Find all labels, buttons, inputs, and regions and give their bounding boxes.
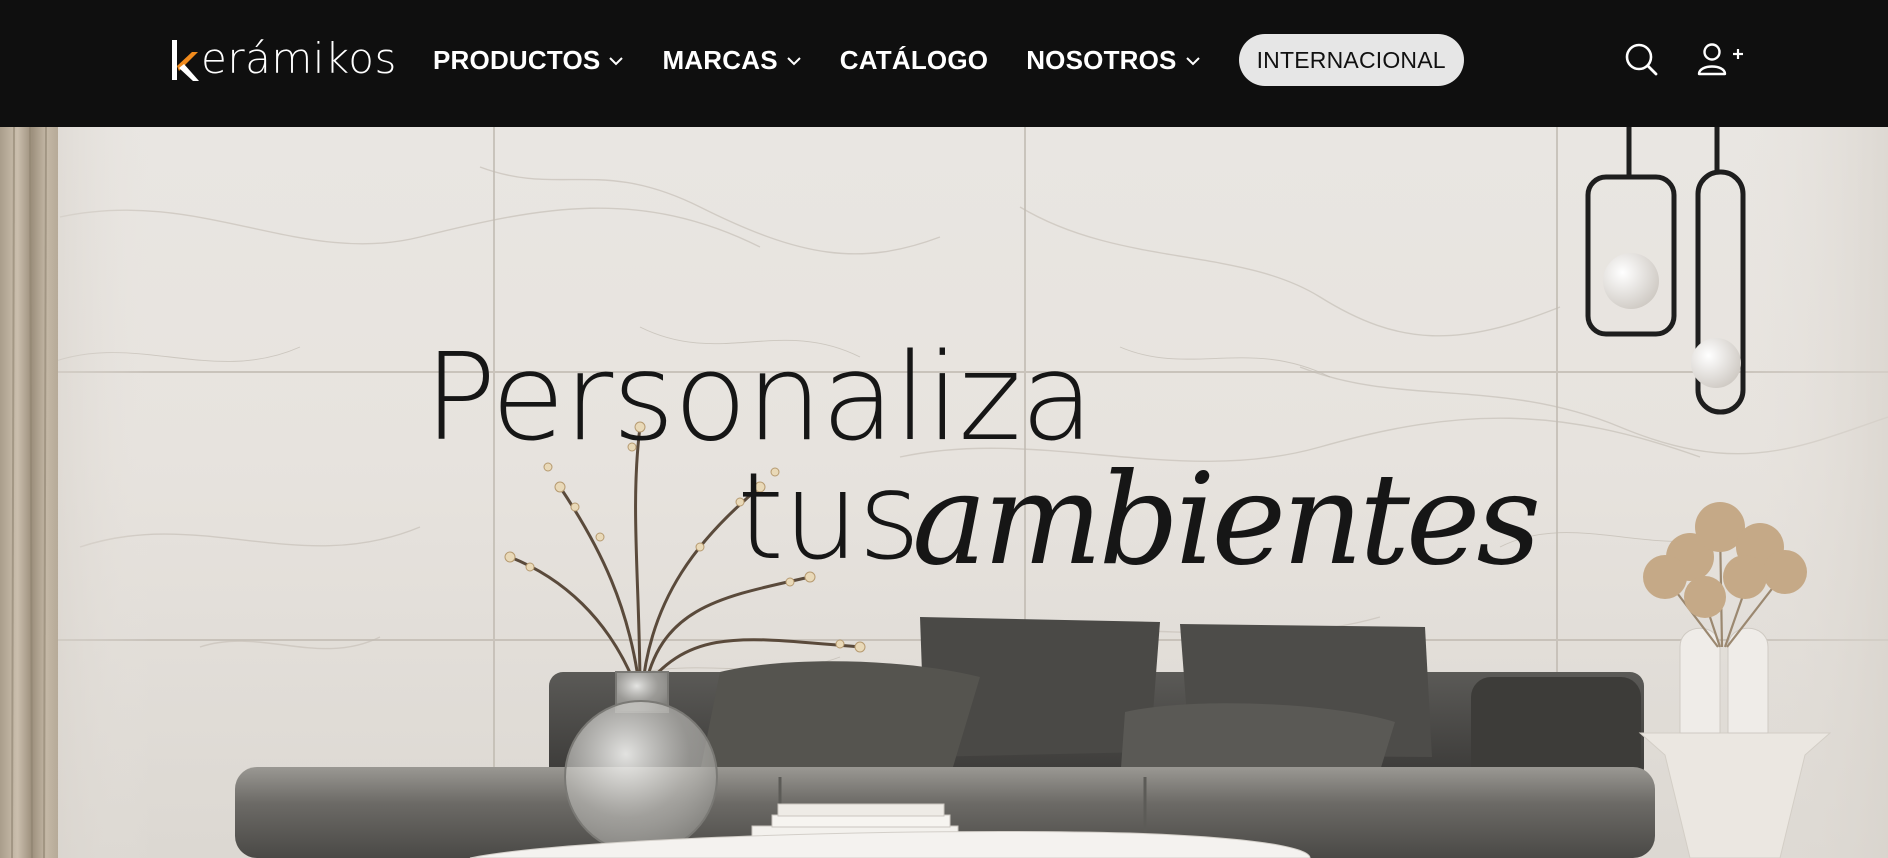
hero-headline-line2: tus bbox=[737, 448, 921, 587]
nav-productos-label: PRODUCTOS bbox=[433, 44, 601, 75]
user-plus-icon bbox=[1697, 43, 1743, 76]
hero-banner[interactable]: Personaliza tus ambientes bbox=[0, 127, 1888, 858]
search-button[interactable] bbox=[1622, 40, 1662, 80]
hero-headline-emphasis: ambientes bbox=[912, 446, 1541, 593]
nav-nosotros[interactable]: NOSOTROS bbox=[1026, 45, 1200, 76]
search-icon bbox=[1625, 43, 1658, 76]
internacional-button[interactable]: INTERNACIONAL bbox=[1238, 34, 1464, 86]
nav-marcas[interactable]: MARCAS bbox=[662, 45, 801, 76]
account-button[interactable] bbox=[1696, 40, 1744, 80]
nav-nosotros-label: NOSOTROS bbox=[1026, 44, 1177, 75]
site-header: erámikos PRODUCTOS MARCAS CATÁLOGO NOSOT… bbox=[0, 0, 1888, 127]
nav-marcas-label: MARCAS bbox=[662, 44, 778, 75]
nav-productos[interactable]: PRODUCTOS bbox=[433, 45, 624, 76]
chevron-down-icon bbox=[1185, 57, 1200, 66]
main-nav: PRODUCTOS MARCAS CATÁLOGO NOSOTROS INTER… bbox=[433, 34, 1464, 86]
page: erámikos PRODUCTOS MARCAS CATÁLOGO NOSOT… bbox=[0, 0, 1888, 858]
nav-catalogo-label: CATÁLOGO bbox=[839, 44, 989, 75]
chevron-down-icon bbox=[609, 57, 624, 66]
chevron-down-icon bbox=[787, 57, 801, 66]
nav-catalogo[interactable]: CATÁLOGO bbox=[840, 45, 988, 76]
hero-headline-line1: Personaliza bbox=[424, 329, 1094, 468]
logo-k-mark bbox=[170, 38, 200, 84]
brand-logo[interactable]: erámikos bbox=[170, 36, 397, 86]
logo-wordmark: erámikos bbox=[201, 34, 397, 83]
